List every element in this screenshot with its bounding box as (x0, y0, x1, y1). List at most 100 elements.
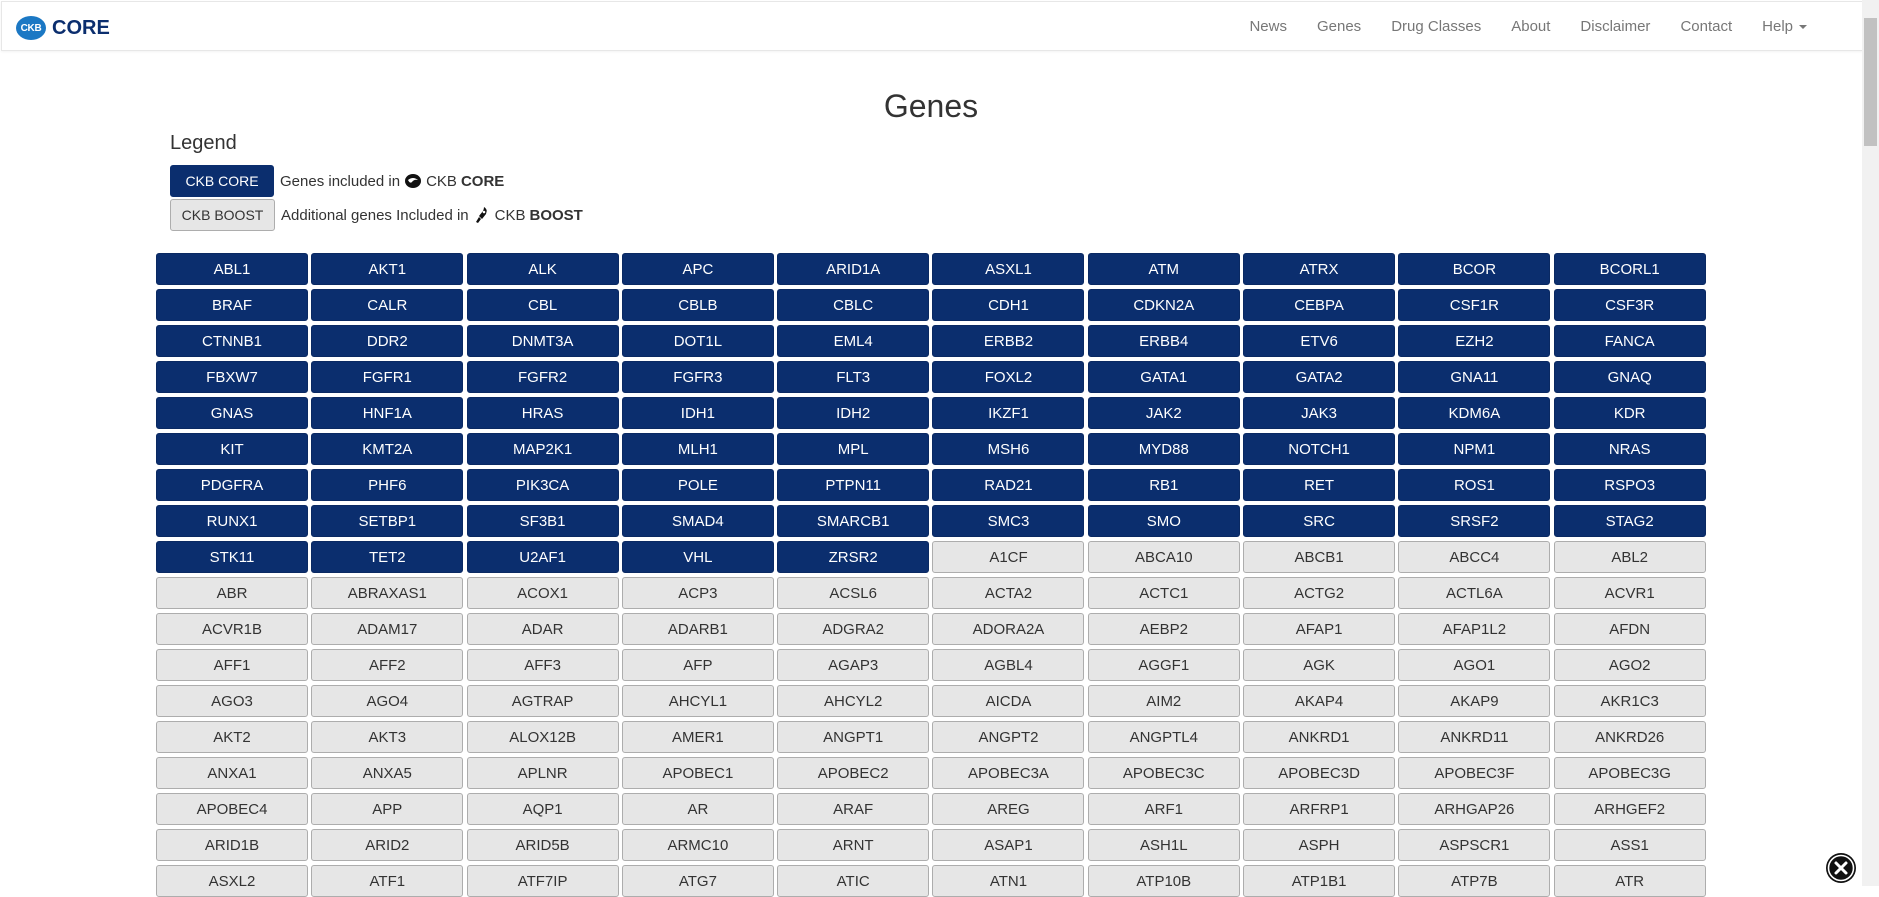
gene-button-boost[interactable]: ASS1 (1553, 829, 1706, 861)
nav-news[interactable]: News (1234, 2, 1302, 52)
gene-button-boost[interactable]: AFDN (1553, 613, 1706, 645)
gene-button-boost[interactable]: ATF1 (311, 865, 464, 897)
gene-button-core[interactable]: CTNNB1 (156, 325, 308, 357)
gene-button-boost[interactable]: ADAM17 (311, 613, 464, 645)
gene-button-core[interactable]: FANCA (1553, 325, 1706, 357)
gene-button-boost[interactable]: ACVR1B (156, 613, 308, 645)
gene-button-boost[interactable]: ANGPT1 (777, 721, 930, 753)
gene-button-boost[interactable]: APOBEC3C (1087, 757, 1240, 789)
gene-button-boost[interactable]: A1CF (932, 541, 1085, 573)
gene-button-boost[interactable]: ATIC (777, 865, 930, 897)
ckb-boost-legend-button[interactable]: CKB BOOST (170, 199, 275, 231)
gene-button-core[interactable]: ETV6 (1243, 325, 1396, 357)
gene-button-core[interactable]: GATA1 (1087, 361, 1240, 393)
gene-button-boost[interactable]: ABRAXAS1 (311, 577, 464, 609)
gene-button-boost[interactable]: ANGPT2 (932, 721, 1085, 753)
gene-button-core[interactable]: BRAF (156, 289, 308, 321)
gene-button-core[interactable]: FLT3 (777, 361, 930, 393)
gene-button-boost[interactable]: ABL2 (1553, 541, 1706, 573)
gene-button-core[interactable]: APC (621, 253, 774, 285)
gene-button-boost[interactable]: ACTL6A (1398, 577, 1551, 609)
gene-button-core[interactable]: SMAD4 (621, 505, 774, 537)
gene-button-boost[interactable]: ATR (1553, 865, 1706, 897)
gene-button-core[interactable]: GATA2 (1243, 361, 1396, 393)
gene-button-boost[interactable]: AKAP9 (1398, 685, 1551, 717)
gene-button-core[interactable]: MYD88 (1087, 433, 1240, 465)
gene-button-boost[interactable]: AFAP1L2 (1398, 613, 1551, 645)
gene-button-boost[interactable]: ANKRD11 (1398, 721, 1551, 753)
gene-button-boost[interactable]: ARID5B (466, 829, 619, 861)
gene-button-core[interactable]: IDH1 (621, 397, 774, 429)
gene-button-boost[interactable]: ABCA10 (1087, 541, 1240, 573)
gene-button-core[interactable]: AKT1 (311, 253, 464, 285)
gene-button-boost[interactable]: ASAP1 (932, 829, 1085, 861)
gene-button-core[interactable]: JAK2 (1087, 397, 1240, 429)
gene-button-core[interactable]: POLE (621, 469, 774, 501)
gene-button-core[interactable]: CDKN2A (1087, 289, 1240, 321)
gene-button-core[interactable]: NRAS (1553, 433, 1706, 465)
gene-button-boost[interactable]: AGO3 (156, 685, 308, 717)
gene-button-core[interactable]: CSF3R (1553, 289, 1706, 321)
gene-button-core[interactable]: CSF1R (1398, 289, 1551, 321)
gene-button-core[interactable]: CALR (311, 289, 464, 321)
gene-button-core[interactable]: NOTCH1 (1243, 433, 1396, 465)
gene-button-boost[interactable]: ARMC10 (621, 829, 774, 861)
gene-button-boost[interactable]: AKAP4 (1243, 685, 1396, 717)
gene-button-core[interactable]: DOT1L (621, 325, 774, 357)
gene-button-boost[interactable]: AMER1 (621, 721, 774, 753)
gene-button-core[interactable]: GNAQ (1553, 361, 1706, 393)
gene-button-boost[interactable]: ATG7 (621, 865, 774, 897)
gene-button-boost[interactable]: AKT2 (156, 721, 308, 753)
gene-button-boost[interactable]: ACSL6 (777, 577, 930, 609)
gene-button-core[interactable]: MAP2K1 (466, 433, 619, 465)
gene-button-boost[interactable]: ANKRD26 (1553, 721, 1706, 753)
gene-button-boost[interactable]: ANKRD1 (1243, 721, 1396, 753)
gene-button-core[interactable]: BCOR (1398, 253, 1551, 285)
gene-button-boost[interactable]: APOBEC3G (1553, 757, 1706, 789)
gene-button-core[interactable]: SMARCB1 (777, 505, 930, 537)
gene-button-boost[interactable]: ABCC4 (1398, 541, 1551, 573)
gene-button-boost[interactable]: AFF1 (156, 649, 308, 681)
gene-button-core[interactable]: CEBPA (1243, 289, 1396, 321)
gene-button-core[interactable]: IDH2 (777, 397, 930, 429)
gene-button-core[interactable]: EML4 (777, 325, 930, 357)
gene-button-boost[interactable]: ABCB1 (1243, 541, 1396, 573)
gene-button-core[interactable]: SRSF2 (1398, 505, 1551, 537)
gene-button-core[interactable]: FGFR1 (311, 361, 464, 393)
gene-button-boost[interactable]: AR (621, 793, 774, 825)
gene-button-core[interactable]: FBXW7 (156, 361, 308, 393)
close-icon[interactable] (1826, 853, 1856, 883)
gene-button-boost[interactable]: ATP7B (1398, 865, 1551, 897)
gene-button-boost[interactable]: ARAF (777, 793, 930, 825)
gene-button-boost[interactable]: ANXA1 (156, 757, 308, 789)
gene-button-boost[interactable]: ABR (156, 577, 308, 609)
scrollbar-thumb[interactable] (1864, 18, 1877, 146)
gene-button-boost[interactable]: ANXA5 (311, 757, 464, 789)
gene-button-boost[interactable]: ARID2 (311, 829, 464, 861)
gene-button-core[interactable]: STAG2 (1553, 505, 1706, 537)
ckb-core-legend-button[interactable]: CKB CORE (170, 165, 274, 197)
gene-button-boost[interactable]: AGAP3 (777, 649, 930, 681)
gene-button-boost[interactable]: ARFRP1 (1243, 793, 1396, 825)
gene-button-boost[interactable]: AREG (932, 793, 1085, 825)
gene-button-boost[interactable]: ARNT (777, 829, 930, 861)
gene-button-core[interactable]: MLH1 (621, 433, 774, 465)
gene-button-core[interactable]: MSH6 (932, 433, 1085, 465)
gene-button-core[interactable]: ATRX (1243, 253, 1396, 285)
gene-button-boost[interactable]: ATP1B1 (1243, 865, 1396, 897)
gene-button-core[interactable]: SF3B1 (466, 505, 619, 537)
gene-button-core[interactable]: RB1 (1087, 469, 1240, 501)
gene-button-boost[interactable]: AEBP2 (1087, 613, 1240, 645)
gene-button-core[interactable]: PIK3CA (466, 469, 619, 501)
gene-button-core[interactable]: RAD21 (932, 469, 1085, 501)
gene-button-core[interactable]: ABL1 (156, 253, 308, 285)
gene-button-core[interactable]: KDR (1553, 397, 1706, 429)
nav-contact[interactable]: Contact (1665, 2, 1747, 52)
gene-button-boost[interactable]: ACTC1 (1087, 577, 1240, 609)
gene-button-core[interactable]: ERBB2 (932, 325, 1085, 357)
gene-button-boost[interactable]: AFP (621, 649, 774, 681)
gene-button-boost[interactable]: AGBL4 (932, 649, 1085, 681)
gene-button-boost[interactable]: AFF3 (466, 649, 619, 681)
gene-button-core[interactable]: VHL (621, 541, 774, 573)
gene-button-core[interactable]: DDR2 (311, 325, 464, 357)
